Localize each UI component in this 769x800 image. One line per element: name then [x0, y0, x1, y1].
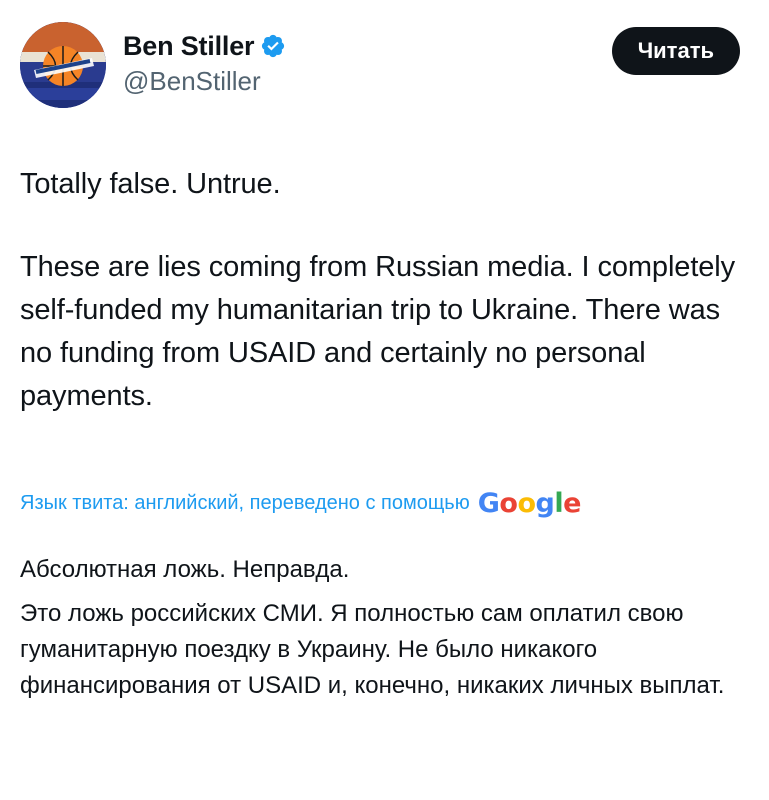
tweet-paragraph-1: Totally false. Untrue.	[20, 168, 281, 200]
google-letter: e	[563, 488, 581, 519]
handle[interactable]: @BenStiller	[123, 66, 286, 97]
verified-badge-icon	[260, 33, 286, 59]
display-name[interactable]: Ben Stiller	[123, 31, 255, 62]
google-letter: o	[517, 488, 536, 519]
author-info: Ben Stiller @BenStiller	[123, 28, 286, 97]
avatar[interactable]	[20, 22, 106, 108]
google-letter: g	[535, 488, 555, 519]
google-letter: l	[554, 488, 564, 519]
google-letter: G	[477, 488, 500, 519]
translated-paragraph-1: Абсолютная ложь. Неправда.	[20, 556, 350, 583]
knicks-logo-avatar	[20, 22, 106, 108]
translated-paragraph-2: Это ложь российских СМИ. Я полностью сам…	[20, 600, 725, 699]
tweet-body: Totally false. Untrue. These are lies co…	[20, 163, 740, 418]
google-logo: Google	[477, 488, 582, 519]
translation-notice[interactable]: Язык твита: английский, переведено с пом…	[20, 488, 740, 519]
tweet-paragraph-2: These are lies coming from Russian media…	[20, 251, 736, 412]
google-letter: o	[499, 488, 518, 519]
translated-body: Абсолютная ложь. Неправда. Это ложь росс…	[20, 552, 740, 704]
translation-notice-text: Язык твита: английский, переведено с пом…	[20, 492, 470, 514]
name-row: Ben Stiller	[123, 28, 286, 64]
tweet-header: Ben Stiller @BenStiller Читать	[20, 22, 740, 114]
read-button[interactable]: Читать	[611, 27, 740, 75]
